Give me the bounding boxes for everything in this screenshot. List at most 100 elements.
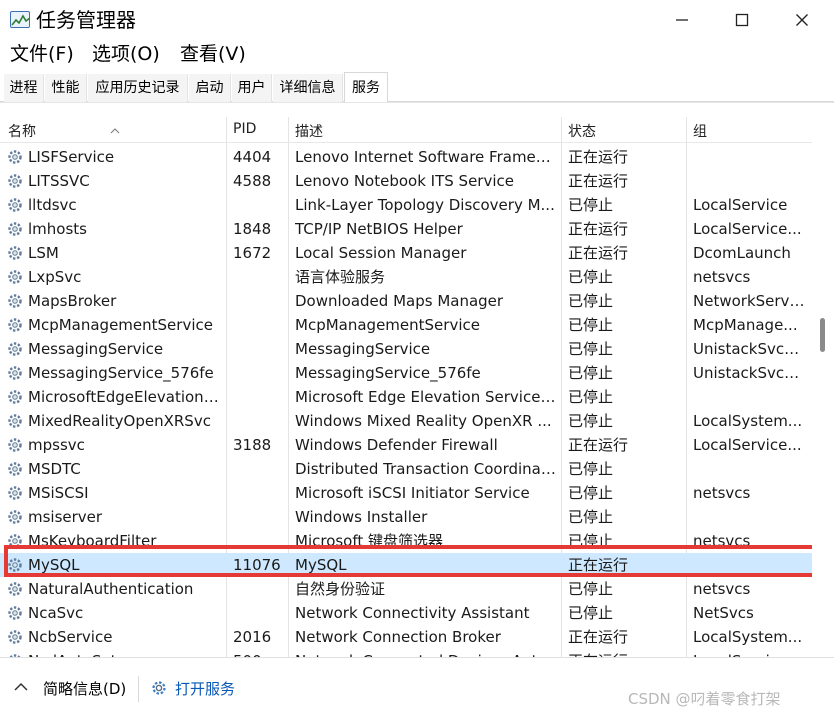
service-name: McpManagementService	[28, 316, 213, 334]
service-pid: 4588	[233, 172, 272, 190]
fewer-details-link[interactable]: 简略信息(D)	[43, 678, 126, 699]
scrollbar-thumb[interactable]	[820, 318, 825, 352]
column-header-pid[interactable]: PID	[233, 121, 256, 137]
menu-options[interactable]: 选项(O)	[92, 42, 160, 66]
service-name: MessagingService	[28, 340, 164, 358]
table-row[interactable]: MessagingService_576fe MessagingService_5…	[0, 361, 812, 385]
services-gear-icon[interactable]	[149, 678, 169, 698]
service-group: LocalService...	[693, 220, 802, 238]
tab-details[interactable]: 详细信息	[273, 74, 343, 102]
service-description: Windows Defender Firewall	[295, 436, 498, 454]
maximize-button[interactable]	[710, 0, 774, 40]
table-row[interactable]: NcbService 2016 Network Connection Broker 正…	[0, 625, 812, 649]
tab-services[interactable]: 服务	[344, 72, 388, 103]
table-row[interactable]: NcaSvc Network Connectivity Assistant 已停止 N…	[0, 601, 812, 625]
service-gear-icon	[8, 606, 22, 620]
table-row[interactable]: MapsBroker Downloaded Maps Manager 已停止 Netw…	[0, 289, 812, 313]
service-group: LocalService...	[693, 650, 805, 657]
service-name: NcbService	[28, 628, 113, 646]
table-row[interactable]: MessagingService MessagingService 已停止 Unist…	[0, 337, 812, 361]
service-description: Local Session Manager	[295, 244, 467, 262]
service-group: netsvcs	[693, 580, 751, 598]
window-title: 任务管理器	[36, 8, 136, 32]
service-gear-icon	[8, 270, 22, 284]
service-name: mpssvc	[28, 436, 85, 454]
table-row[interactable]: NcdAutoSetup 500 Network Connected Devices…	[0, 649, 812, 657]
close-icon	[796, 14, 808, 26]
chevron-up-icon[interactable]	[14, 682, 28, 691]
table-row[interactable]: LSM 1672 Local Session Manager 正在运行 DcomLaun…	[0, 241, 812, 265]
service-status: 正在运行	[568, 650, 680, 657]
service-description: Microsoft iSCSI Initiator Service	[295, 484, 530, 502]
close-button[interactable]	[770, 0, 834, 40]
service-name: MSiSCSI	[28, 484, 89, 502]
service-pid: 1672	[233, 244, 272, 262]
table-row[interactable]: msiserver Windows Installer 已停止	[0, 505, 812, 529]
column-header-group[interactable]: 组	[693, 121, 707, 141]
table-row[interactable]: LISFService 4404 Lenovo Internet Software …	[0, 145, 812, 169]
service-description: Lenovo Internet Software Framew...	[295, 148, 557, 166]
table-row[interactable]: NaturalAuthentication 自然身份验证 已停止 netsvcs	[0, 577, 812, 601]
table-row[interactable]: lmhosts 1848 TCP/IP NetBIOS Helper 正在运行 Loca…	[0, 217, 812, 241]
service-description: Link-Layer Topology Discovery M...	[295, 196, 555, 214]
footer-divider	[138, 676, 139, 702]
service-name: LITSSVC	[28, 172, 90, 190]
service-gear-icon	[8, 462, 22, 476]
menu-bar: 文件(F) 选项(O) 查看(V)	[0, 40, 834, 70]
tab-startup[interactable]: 启动	[189, 74, 231, 102]
tab-processes[interactable]: 进程	[4, 74, 44, 102]
tab-users[interactable]: 用户	[232, 74, 272, 102]
table-row[interactable]: mpssvc 3188 Windows Defender Firewall 正在运行 L…	[0, 433, 812, 457]
service-gear-icon	[8, 414, 22, 428]
tab-bar: 进程 性能 应用历史记录 启动 用户 详细信息 服务	[0, 72, 834, 103]
service-name: MapsBroker	[28, 292, 117, 310]
table-row[interactable]: MSDTC Distributed Transaction Coordinat..…	[0, 457, 812, 481]
service-status: 正在运行	[568, 436, 629, 454]
service-status: 已停止	[568, 412, 614, 430]
minimize-button[interactable]	[650, 0, 714, 40]
service-pid: 500	[233, 650, 287, 657]
menu-file[interactable]: 文件(F)	[10, 42, 74, 66]
service-description: MessagingService	[295, 340, 431, 358]
service-description: Network Connection Broker	[295, 628, 501, 646]
tab-performance[interactable]: 性能	[45, 74, 87, 102]
service-name: MSDTC	[28, 460, 81, 478]
service-description: Network Connectivity Assistant	[295, 604, 530, 622]
service-description: Network Connected Devices Auto-...	[295, 650, 557, 657]
service-status: 正在运行	[568, 628, 629, 646]
table-row[interactable]: lltdsvc Link-Layer Topology Discovery M..…	[0, 193, 812, 217]
table-row[interactable]: LITSSVC 4588 Lenovo Notebook ITS Service 正在…	[0, 169, 812, 193]
service-gear-icon	[8, 510, 22, 524]
service-description: 语言体验服务	[295, 268, 386, 286]
service-pid: 1848	[233, 220, 272, 238]
service-gear-icon	[8, 222, 22, 236]
tab-app-history[interactable]: 应用历史记录	[88, 74, 188, 102]
vertical-scrollbar[interactable]	[812, 118, 834, 656]
table-row[interactable]: MicrosoftEdgeElevationS... Microsoft Edge…	[0, 385, 812, 409]
service-status: 已停止	[568, 508, 614, 526]
service-name: LISFService	[28, 148, 115, 166]
service-group: NetworkServi...	[693, 292, 805, 310]
service-group: LocalService	[693, 196, 788, 214]
table-row[interactable]: LxpSvc 语言体验服务 已停止 netsvcs	[0, 265, 812, 289]
service-group: netsvcs	[693, 484, 751, 502]
table-row[interactable]: McpManagementService McpManagementService…	[0, 313, 812, 337]
open-services-link[interactable]: 打开服务	[175, 678, 235, 699]
service-pid: 2016	[233, 628, 272, 646]
service-name: LxpSvc	[28, 268, 82, 286]
service-description: Windows Mixed Reality OpenXR ...	[295, 412, 552, 430]
column-header-name[interactable]: 名称	[8, 121, 36, 141]
table-row[interactable]: MixedRealityOpenXRSvc Windows Mixed Reali…	[0, 409, 812, 433]
menu-view[interactable]: 查看(V)	[180, 42, 246, 66]
service-name: MixedRealityOpenXRSvc	[28, 412, 211, 430]
service-description: Lenovo Notebook ITS Service	[295, 172, 514, 190]
column-header-description[interactable]: 描述	[295, 121, 323, 141]
service-description: Microsoft Edge Elevation Service ...	[295, 388, 557, 406]
column-header-status[interactable]: 状态	[568, 121, 596, 141]
service-gear-icon	[8, 198, 22, 212]
service-gear-icon	[8, 294, 22, 308]
table-row[interactable]: MSiSCSI Microsoft iSCSI Initiator Service…	[0, 481, 812, 505]
csdn-watermark: CSDN @叼着零食打架	[628, 690, 781, 708]
service-status: 已停止	[568, 580, 614, 598]
service-name: lmhosts	[28, 220, 87, 238]
